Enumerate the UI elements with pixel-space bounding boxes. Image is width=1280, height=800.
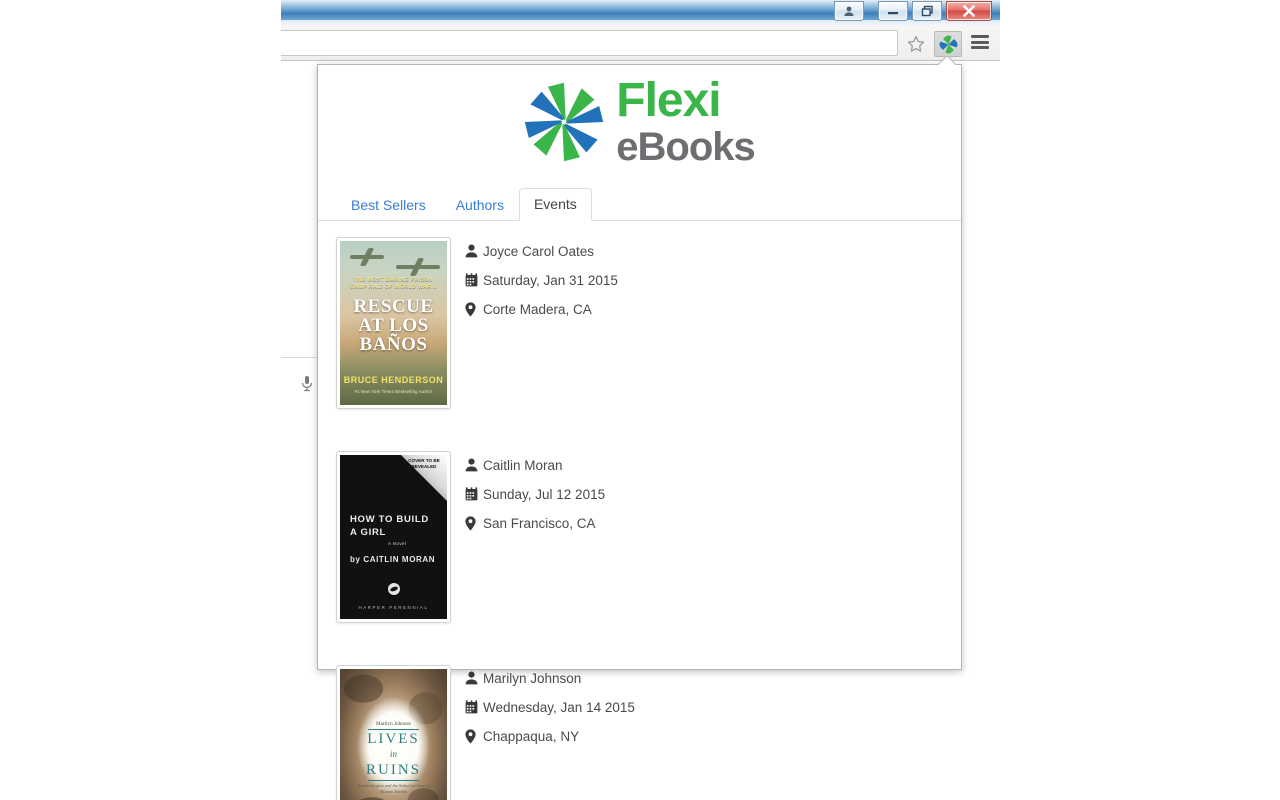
book-cover[interactable]: THE MOST DARING PRISON CAMP RAID OF WORL… (336, 237, 451, 409)
calendar-icon (465, 698, 483, 714)
popup-arrow-notch (938, 56, 956, 65)
brand-line-ebooks: eBooks (616, 125, 755, 169)
event-date-row: Saturday, Jan 31 2015 (465, 271, 654, 291)
cover-title: RESCUE AT LOS BAÑOS (353, 296, 434, 355)
person-icon (465, 669, 483, 685)
cover-title-3: RUINS (365, 762, 421, 778)
how-to-build-a-girl-cover: COVER TO BE REVEALED HOW TO BUILD A GIRL… (340, 455, 447, 619)
cover-tagline: THE MOST DARING PRISON CAMP RAID OF WORL… (350, 277, 437, 290)
cover-peel-text: COVER TO BE REVEALED (408, 458, 440, 469)
location-pin-icon (465, 727, 483, 744)
tab-best-sellers[interactable]: Best Sellers (336, 189, 441, 221)
location-pin-icon (465, 514, 483, 531)
cover-subline: #1 New York Times Bestselling Author (354, 389, 433, 394)
rescue-at-los-banos-cover: THE MOST DARING PRISON CAMP RAID OF WORL… (340, 241, 447, 405)
minimize-button[interactable] (878, 1, 908, 21)
person-icon (465, 242, 483, 258)
screenshot-root: Flexi eBooks Best Sellers Authors Events… (0, 0, 1280, 800)
cover-author: Marilyn Johnson (375, 721, 411, 727)
event-card[interactable]: THE MOST DARING PRISON CAMP RAID OF WORL… (336, 237, 654, 427)
event-meta: Caitlin Moran Sunday, Jul 12 2015 San Fr… (451, 451, 654, 641)
event-author-row: Joyce Carol Oates (465, 242, 654, 262)
star-icon[interactable] (906, 34, 926, 54)
event-location: Chappaqua, NY (483, 729, 580, 744)
event-author: Caitlin Moran (483, 458, 563, 473)
person-icon (465, 456, 483, 472)
lives-in-ruins-cover: Marilyn Johnson LIVES in RUINS Archaeolo… (340, 669, 447, 800)
event-location: San Francisco, CA (483, 516, 596, 531)
profile-button[interactable] (834, 1, 864, 21)
calendar-icon (465, 485, 483, 501)
event-author: Marilyn Johnson (483, 671, 582, 686)
close-button[interactable] (946, 1, 992, 21)
cover-author: by CAITLIN MORAN (350, 555, 436, 564)
window-controls (834, 1, 992, 21)
event-author-row: Caitlin Moran (465, 456, 654, 476)
location-pin-icon (465, 300, 483, 317)
cover-title: HOW TO BUILD A GIRL (350, 514, 429, 538)
address-bar[interactable] (281, 30, 898, 56)
cover-author: BRUCE HENDERSON (343, 375, 444, 385)
extension-popup: Flexi eBooks Best Sellers Authors Events… (317, 64, 962, 800)
tab-events[interactable]: Events (518, 188, 592, 221)
event-date: Sunday, Jul 12 2015 (483, 487, 606, 502)
popup-tabs: Best Sellers Authors Events (318, 188, 961, 221)
event-date: Saturday, Jan 31 2015 (483, 273, 618, 288)
event-date-row: Sunday, Jul 12 2015 (465, 485, 654, 505)
event-author: Joyce Carol Oates (483, 244, 595, 259)
event-location-row: San Francisco, CA (465, 514, 654, 534)
browser-toolbar (281, 26, 1000, 61)
brand-header: Flexi eBooks (318, 65, 961, 167)
event-location-row: Corte Madera, CA (465, 300, 654, 320)
brand-wordmark: Flexi eBooks (616, 74, 755, 169)
book-cover[interactable]: COVER TO BE REVEALED HOW TO BUILD A GIRL… (336, 451, 451, 623)
window-titlebar (281, 0, 1000, 26)
flexi-ebooks-extension-icon[interactable] (934, 31, 962, 57)
brand-line-flexi: Flexi (616, 74, 721, 127)
cover-title-2: in (389, 749, 397, 759)
microphone-icon[interactable] (300, 375, 314, 398)
event-location: Corte Madera, CA (483, 302, 592, 317)
cover-title-1: LIVES (367, 731, 420, 747)
event-meta: Marilyn Johnson Wednesday, Jan 14 2015 C… (451, 665, 654, 800)
tab-authors[interactable]: Authors (441, 189, 519, 221)
event-author-row: Marilyn Johnson (465, 669, 654, 689)
event-card[interactable]: Marilyn Johnson LIVES in RUINS Archaeolo… (336, 665, 654, 800)
event-date-row: Wednesday, Jan 14 2015 (465, 698, 654, 718)
event-meta: Joyce Carol Oates Saturday, Jan 31 2015 … (451, 237, 654, 427)
book-cover[interactable]: Marilyn Johnson LIVES in RUINS Archaeolo… (336, 665, 451, 800)
event-date: Wednesday, Jan 14 2015 (483, 700, 635, 715)
hamburger-menu-icon[interactable] (971, 35, 989, 49)
event-card[interactable]: COVER TO BE REVEALED HOW TO BUILD A GIRL… (336, 451, 654, 641)
cover-subline: Archaeologists and the Seductive Lure of… (357, 783, 430, 794)
cover-kind: A Novel (388, 541, 407, 546)
events-grid: THE MOST DARING PRISON CAMP RAID OF WORL… (318, 221, 961, 800)
flexi-pinwheel-logo (524, 82, 604, 162)
calendar-icon (465, 271, 483, 287)
restore-button[interactable] (912, 1, 942, 21)
event-location-row: Chappaqua, NY (465, 727, 654, 747)
cover-publisher: HARPER PERENNIAL (358, 605, 429, 610)
